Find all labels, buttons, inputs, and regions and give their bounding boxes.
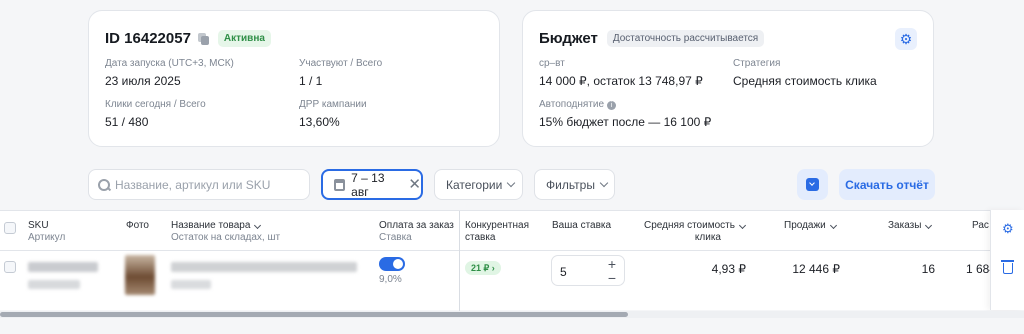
campaign-card: ID 16422057 Активна Дата запуска (UTC+3,… xyxy=(88,10,500,147)
download-report-label: Скачать отчёт xyxy=(845,177,929,192)
competitive-bid-chip[interactable]: 21 ₽ › xyxy=(465,261,501,275)
header-sku-sub: Артикул xyxy=(28,232,66,243)
download-button[interactable] xyxy=(797,169,828,200)
header-competitive-1: Конкурентная xyxy=(465,220,530,231)
clicks-label: Клики сегодня / Всего xyxy=(105,99,206,110)
sales-value: 12 446 ₽ xyxy=(792,262,840,276)
strategy-label: Стратегия xyxy=(733,58,781,69)
chevron-down-icon xyxy=(925,221,933,230)
header-name[interactable]: Название товара Остаток на складах, шт xyxy=(171,220,280,244)
table-header-row: SKU Артикул Фото Название товара Остаток… xyxy=(0,211,1024,251)
select-all-checkbox[interactable] xyxy=(4,222,16,234)
pay-per-order-toggle[interactable] xyxy=(379,257,405,271)
categories-label: Категории xyxy=(446,177,503,192)
budget-period-value: 14 000 ₽, остаток 13 748,97 ₽ xyxy=(539,74,703,88)
chevron-down-icon xyxy=(738,221,746,230)
competitive-bid-value: 21 ₽ xyxy=(471,263,490,273)
header-photo-label: Фото xyxy=(126,220,149,231)
header-orders[interactable]: Заказы xyxy=(888,220,933,232)
header-avg-cost-1: Средняя стоимость xyxy=(644,220,735,231)
header-pay: Оплата за заказ Ставка xyxy=(379,220,454,244)
header-name-sub: Остаток на складах, шт xyxy=(171,232,281,243)
header-sku-label: SKU xyxy=(28,220,49,231)
chevron-down-icon xyxy=(254,221,262,230)
header-your-bid: Ваша ставка xyxy=(552,220,611,232)
autoraise-value: 15% бюджет после — 16 100 ₽ xyxy=(539,115,712,129)
header-sales-label: Продажи xyxy=(784,220,826,231)
categories-dropdown[interactable]: Категории xyxy=(434,169,523,200)
stock-value-blurred xyxy=(171,280,211,289)
header-name-label: Название товара xyxy=(171,220,251,231)
download-icon xyxy=(806,178,819,191)
bid-stepper[interactable]: 5 + − xyxy=(551,255,625,286)
product-photo[interactable] xyxy=(125,255,155,295)
copy-icon[interactable] xyxy=(197,32,209,45)
trash-icon[interactable] xyxy=(1001,260,1014,274)
filters-label: Фильтры xyxy=(546,177,595,192)
sufficiency-badge: Достаточность рассчитывается xyxy=(606,30,765,47)
autoraise-label: Автоподнятие xyxy=(539,99,605,110)
strategy-value: Средняя стоимость клика xyxy=(733,74,877,88)
download-report-button[interactable]: Скачать отчёт xyxy=(839,169,935,200)
header-expenses-label: Рас xyxy=(972,220,989,231)
budget-title: Бюджет xyxy=(539,30,598,47)
minus-icon[interactable]: − xyxy=(606,271,618,285)
column-divider xyxy=(459,211,460,311)
article-value-blurred xyxy=(28,280,80,289)
launch-date-value: 23 июля 2025 xyxy=(105,74,181,88)
header-sku[interactable]: SKU Артикул xyxy=(28,220,65,244)
scrollbar-thumb[interactable] xyxy=(0,312,628,317)
rate-value: 9,0% xyxy=(379,274,402,285)
calendar-icon xyxy=(334,178,346,191)
chevron-down-icon xyxy=(599,178,609,188)
drr-value: 13,60% xyxy=(299,115,340,129)
budget-period-label: ср–вт xyxy=(539,58,565,69)
participants-value: 1 / 1 xyxy=(299,74,323,88)
orders-value: 16 xyxy=(921,262,935,276)
date-range-label: 7 – 13 авг xyxy=(351,170,385,199)
header-orders-label: Заказы xyxy=(888,220,922,231)
budget-header: Бюджет Достаточность рассчитывается xyxy=(539,30,765,47)
clicks-value: 51 / 480 xyxy=(105,115,149,129)
campaign-header: ID 16422057 Активна xyxy=(105,30,271,47)
header-photo: Фото xyxy=(126,220,149,232)
header-sales[interactable]: Продажи xyxy=(784,220,837,232)
header-pay-label: Оплата за заказ xyxy=(379,220,454,231)
search-input[interactable] xyxy=(115,177,305,192)
plus-icon[interactable]: + xyxy=(606,257,618,271)
filters-dropdown[interactable]: Фильтры xyxy=(534,169,615,200)
header-expenses[interactable]: Рас xyxy=(972,220,989,232)
header-avg-cost[interactable]: Средняя стоимость клика xyxy=(644,220,746,244)
header-avg-cost-2: клика xyxy=(694,232,721,243)
bid-value[interactable]: 5 xyxy=(560,265,567,279)
row-checkbox[interactable] xyxy=(4,261,16,273)
gear-icon[interactable]: ⚙ xyxy=(895,28,917,50)
avg-cost-value: 4,93 ₽ xyxy=(711,262,746,276)
date-range-button[interactable]: 7 – 13 авг ✕ xyxy=(321,169,423,200)
search-box[interactable] xyxy=(88,169,310,200)
autoraise-label-wrap: Автоподнятие i xyxy=(539,99,617,110)
product-name-blurred[interactable] xyxy=(171,262,357,272)
chevron-down-icon xyxy=(507,178,516,188)
header-competitive-2: ставка xyxy=(465,232,496,243)
budget-card: Бюджет Достаточность рассчитывается ⚙ ср… xyxy=(522,10,934,147)
search-icon xyxy=(98,178,110,191)
row-actions-panel: ⚙ xyxy=(990,210,1024,310)
header-competitive: Конкурентная ставка xyxy=(465,220,529,244)
header-your-bid-label: Ваша ставка xyxy=(552,220,612,231)
drr-label: ДРР кампании xyxy=(299,99,367,110)
participants-label: Участвуют / Всего xyxy=(299,58,383,69)
launch-date-label: Дата запуска (UTC+3, МСК) xyxy=(105,58,234,69)
header-pay-sub: Ставка xyxy=(379,232,412,243)
info-icon[interactable]: i xyxy=(607,101,617,110)
campaign-id: ID 16422057 xyxy=(105,30,191,47)
status-badge: Активна xyxy=(217,30,271,47)
gear-icon[interactable]: ⚙ xyxy=(1002,222,1014,235)
sku-value-blurred xyxy=(28,262,98,272)
chevron-down-icon xyxy=(829,221,837,230)
close-icon[interactable]: ✕ xyxy=(408,177,421,192)
